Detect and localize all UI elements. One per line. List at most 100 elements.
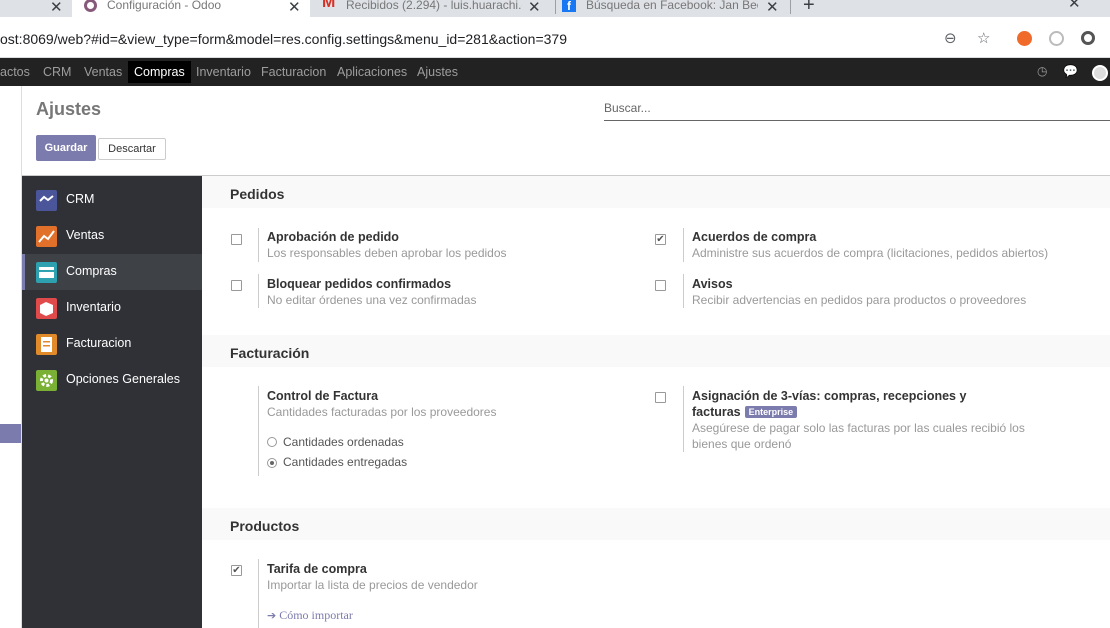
arrow-right-icon: ➔	[267, 609, 277, 622]
browser-tab-bar: ✕ Configuración - Odoo ✕ M Recibidos (2.…	[0, 0, 1110, 17]
sidebar-item-label: CRM	[66, 192, 95, 206]
option-divider	[683, 386, 684, 452]
tab-divider	[555, 0, 556, 14]
section-title-productos: Productos	[202, 508, 1110, 540]
sidebar-item-ventas[interactable]: Ventas	[22, 218, 202, 254]
facebook-icon: f	[562, 0, 576, 13]
close-icon[interactable]: ✕	[288, 0, 301, 16]
nav-item-ventas[interactable]: Ventas	[84, 65, 122, 79]
option-divider	[258, 559, 259, 628]
browser-tab-facebook[interactable]: f Búsqueda en Facebook: Jan Beec ✕	[558, 0, 788, 17]
option-title: Bloquear pedidos confirmados	[267, 277, 452, 291]
discard-button[interactable]: Descartar	[98, 138, 166, 160]
nav-item-ajustes[interactable]: Ajustes	[417, 65, 458, 79]
sidebar-item-inventario[interactable]: Inventario	[22, 290, 202, 326]
extension-icon[interactable]	[1081, 31, 1095, 45]
close-icon[interactable]: ✕	[766, 0, 779, 16]
close-icon[interactable]: ✕	[50, 0, 63, 16]
bookmark-star-icon[interactable]: ☆	[977, 29, 990, 47]
sidebar-item-label: Ventas	[66, 228, 105, 242]
box-icon	[36, 298, 57, 319]
save-button[interactable]: Guardar	[36, 135, 96, 161]
option-divider	[683, 274, 684, 308]
como-importar-link[interactable]: ➔ Cómo importar	[267, 608, 353, 623]
link-label: Cómo importar	[279, 608, 353, 622]
sidebar-item-label: Opciones Generales	[66, 372, 180, 386]
sidebar-item-label: Compras	[66, 264, 117, 278]
option-divider	[258, 386, 259, 476]
page-title: Ajustes	[36, 99, 102, 119]
tab-label: Configuración - Odoo	[107, 0, 222, 12]
browser-tab-prev[interactable]: ✕	[0, 0, 70, 17]
nav-item-compras[interactable]: Compras	[128, 61, 191, 83]
extension-icon[interactable]	[1049, 31, 1064, 46]
option-title: Asignación de 3-vías: compras, recepcion…	[692, 389, 967, 403]
address-bar: ost:8069/web?#id=&view_type=form&model=r…	[0, 17, 1110, 58]
radio-cantidades-entregadas[interactable]	[267, 458, 277, 468]
close-icon[interactable]: ✕	[528, 0, 541, 16]
sidebar-item-label: Facturacion	[66, 336, 132, 350]
browser-tab-odoo[interactable]: Configuración - Odoo ✕	[72, 0, 310, 17]
new-tab-plus-icon[interactable]: +	[803, 0, 815, 17]
extension-icon[interactable]	[1017, 31, 1032, 46]
nav-item-inventario[interactable]: Inventario	[196, 65, 251, 79]
gear-icon	[36, 370, 57, 391]
checkbox-tarifa-compra[interactable]: ✔	[231, 565, 242, 576]
option-divider	[683, 228, 684, 262]
option-divider	[258, 228, 259, 262]
chart-line-icon	[36, 226, 57, 247]
sidebar-item-compras[interactable]: Compras	[22, 254, 202, 290]
option-title: Acuerdos de compra	[692, 230, 817, 244]
tab-label: Búsqueda en Facebook: Jan Beec	[586, 0, 758, 12]
option-title: Avisos	[692, 277, 733, 291]
browser-tab-gmail[interactable]: M Recibidos (2.294) - luis.huarachi.c ✕	[318, 0, 554, 17]
checkbox-aprobacion-pedido[interactable]	[231, 234, 242, 245]
option-title: Control de Factura	[267, 389, 379, 403]
checkbox-acuerdos-compra[interactable]: ✔	[655, 234, 666, 245]
odoo-favicon-icon	[84, 0, 97, 12]
settings-sidebar: CRM Ventas Compras Inventario Facturacio…	[22, 176, 202, 628]
handshake-icon	[36, 190, 57, 211]
selection-marker	[0, 424, 21, 443]
url-field[interactable]: ost:8069/web?#id=&view_type=form&model=r…	[0, 31, 567, 47]
sidebar-item-facturacion[interactable]: Facturacion	[22, 326, 202, 362]
nav-item-crm[interactable]: CRM	[43, 65, 71, 79]
radio-label: Cantidades ordenadas	[283, 435, 404, 449]
chat-bubble-icon[interactable]: 💬	[1063, 64, 1078, 78]
window-close-icon[interactable]: ✕	[1068, 0, 1081, 12]
activity-clock-icon[interactable]: ◷	[1037, 64, 1047, 78]
user-avatar[interactable]	[1092, 65, 1108, 81]
nav-item-aplicaciones[interactable]: Aplicaciones	[337, 65, 407, 79]
option-title-text: facturas	[692, 405, 741, 419]
option-description: Administre sus acuerdos de compra (licit…	[692, 246, 1049, 260]
option-description: Los responsables deben aprobar los pedid…	[267, 246, 507, 260]
enterprise-badge: Enterprise	[744, 406, 798, 418]
left-edge-panel	[0, 86, 22, 628]
credit-card-icon	[36, 262, 57, 283]
search-input[interactable]: Buscar...	[604, 100, 1110, 121]
radio-cantidades-ordenadas[interactable]	[267, 437, 277, 447]
radio-label: Cantidades entregadas	[283, 455, 408, 469]
option-description: Cantidades facturadas por los proveedore…	[267, 405, 497, 419]
option-title: Aprobación de pedido	[267, 230, 399, 244]
tab-label: Recibidos (2.294) - luis.huarachi.c	[346, 0, 522, 12]
settings-content: Pedidos Aprobación de pedido Los respons…	[202, 176, 1110, 628]
option-title: Tarifa de compra	[267, 562, 367, 576]
checkbox-avisos[interactable]	[655, 280, 666, 291]
checkbox-asignacion-3-vias[interactable]	[655, 392, 666, 403]
option-title-line2: facturas Enterprise	[692, 405, 798, 419]
section-title-pedidos: Pedidos	[202, 176, 1110, 208]
sidebar-item-opciones-generales[interactable]: Opciones Generales	[22, 362, 202, 398]
option-description: Recibir advertencias en pedidos para pro…	[692, 293, 1027, 307]
nav-item-contacts[interactable]: actos	[0, 65, 30, 79]
option-description: Asegúrese de pagar solo las facturas por…	[692, 421, 1025, 435]
odoo-main-navbar: actos CRM Ventas Compras Inventario Fact…	[0, 58, 1110, 86]
option-description: bienes que ordenó	[692, 437, 792, 451]
option-description: Importar la lista de precios de vendedor	[267, 578, 478, 592]
gmail-icon: M	[322, 0, 336, 11]
option-divider	[258, 274, 259, 308]
nav-item-facturacion[interactable]: Facturacion	[261, 65, 326, 79]
sidebar-item-crm[interactable]: CRM	[22, 182, 202, 218]
checkbox-bloquear-pedidos[interactable]	[231, 280, 242, 291]
zoom-icon[interactable]: ⊖	[944, 29, 957, 47]
